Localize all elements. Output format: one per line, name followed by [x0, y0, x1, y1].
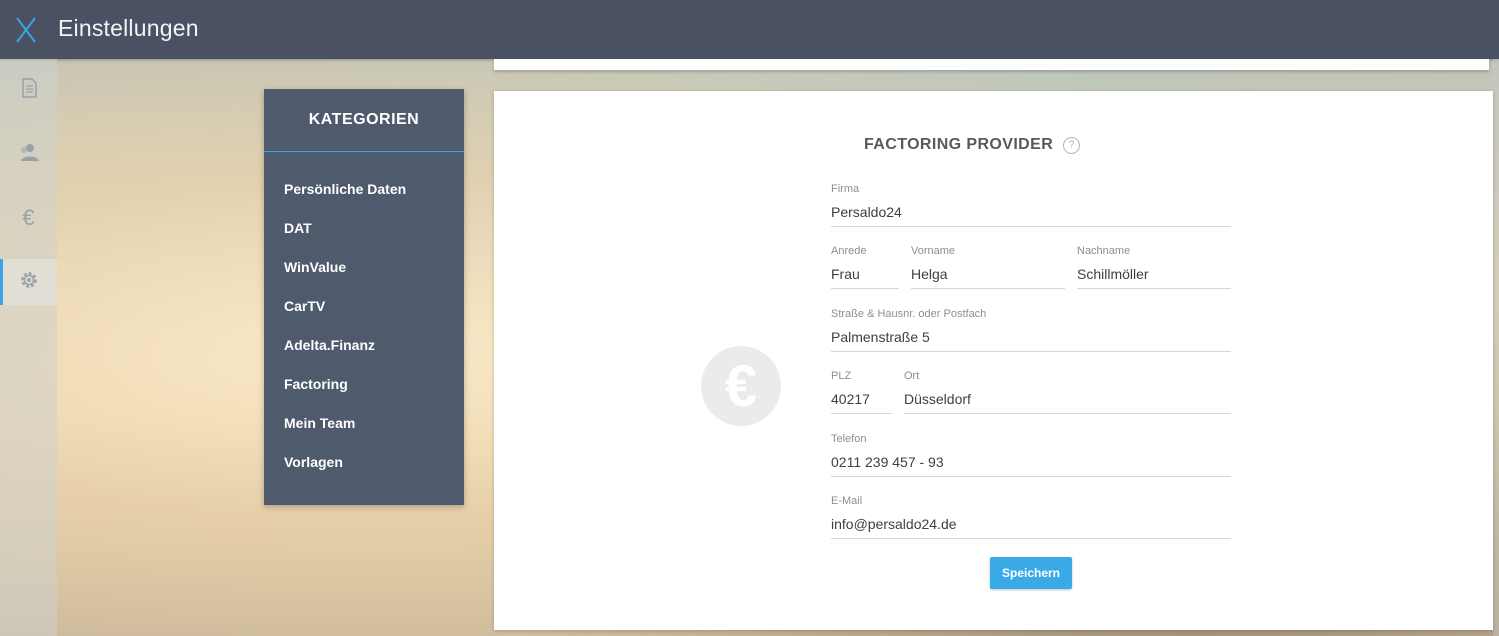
nav-users[interactable]: [0, 131, 57, 177]
firma-field: Firma Persaldo24: [831, 182, 1231, 227]
vorname-label: Vorname: [911, 245, 956, 257]
ort-label: Ort: [904, 370, 920, 382]
app-title: Einstellungen: [58, 15, 199, 41]
vorname-input[interactable]: Helga: [911, 263, 1065, 289]
strasse-label: Straße & Hausnr. oder Postfach: [831, 308, 987, 320]
categories-panel: KATEGORIEN Persönliche Daten DAT WinValu…: [264, 89, 464, 505]
vorname-field: Vorname Helga: [911, 244, 1065, 289]
category-adelta-finanz[interactable]: Adelta.Finanz: [264, 326, 464, 365]
euro-watermark-icon: €: [701, 346, 781, 426]
categories-title: KATEGORIEN: [264, 89, 464, 152]
previous-card: [494, 59, 1489, 70]
anrede-label: Anrede: [831, 245, 867, 257]
category-vorlagen[interactable]: Vorlagen: [264, 443, 464, 482]
categories-list: Persönliche Daten DAT WinValue CarTV Ade…: [264, 152, 464, 482]
nav-finance[interactable]: €: [0, 195, 57, 241]
ort-input[interactable]: Düsseldorf: [904, 388, 1231, 414]
telefon-field: Telefon 0211 239 457 - 93: [831, 432, 1231, 477]
factoring-provider-card: € FACTORING PROVIDER ? Firma Persaldo24 …: [494, 91, 1493, 630]
plz-field: PLZ 40217: [831, 369, 892, 414]
plz-input[interactable]: 40217: [831, 388, 892, 414]
firma-input[interactable]: Persaldo24: [831, 201, 1231, 227]
top-bar: Einstellungen: [0, 0, 1499, 59]
email-input[interactable]: info@persaldo24.de: [831, 513, 1231, 539]
firma-label: Firma: [831, 183, 860, 195]
category-dat[interactable]: DAT: [264, 209, 464, 248]
form-title: FACTORING PROVIDER ?: [864, 136, 1081, 154]
strasse-field: Straße & Hausnr. oder Postfach Palmenstr…: [831, 307, 1231, 352]
category-persoenliche-daten[interactable]: Persönliche Daten: [264, 170, 464, 209]
scrollbar[interactable]: [1493, 59, 1499, 636]
nachname-label: Nachname: [1077, 245, 1131, 257]
category-cartv[interactable]: CarTV: [264, 287, 464, 326]
euro-icon: €: [22, 205, 35, 230]
document-icon: [18, 77, 40, 104]
nav-settings[interactable]: [0, 259, 57, 305]
ort-field: Ort Düsseldorf: [904, 369, 1231, 414]
nav-documents[interactable]: [0, 67, 57, 113]
category-factoring[interactable]: Factoring: [264, 365, 464, 404]
gear-icon: [18, 269, 40, 296]
category-winvalue[interactable]: WinValue: [264, 248, 464, 287]
email-field: E-Mail info@persaldo24.de: [831, 494, 1231, 539]
telefon-label: Telefon: [831, 433, 867, 445]
nachname-field: Nachname Schillmöller: [1077, 244, 1231, 289]
anrede-input[interactable]: Frau: [831, 263, 899, 289]
category-mein-team[interactable]: Mein Team: [264, 404, 464, 443]
nachname-input[interactable]: Schillmöller: [1077, 263, 1231, 289]
email-label: E-Mail: [831, 495, 863, 507]
anrede-field: Anrede Frau: [831, 244, 899, 289]
users-icon: [18, 141, 40, 168]
help-icon[interactable]: ?: [1063, 136, 1081, 154]
strasse-input[interactable]: Palmenstraße 5: [831, 326, 1231, 352]
form-title-text: FACTORING PROVIDER: [864, 136, 1054, 153]
left-sidebar: €: [0, 59, 57, 636]
telefon-input[interactable]: 0211 239 457 - 93: [831, 451, 1231, 477]
x-logo-icon[interactable]: [14, 16, 38, 44]
save-button[interactable]: Speichern: [990, 557, 1072, 589]
plz-label: PLZ: [831, 370, 852, 382]
